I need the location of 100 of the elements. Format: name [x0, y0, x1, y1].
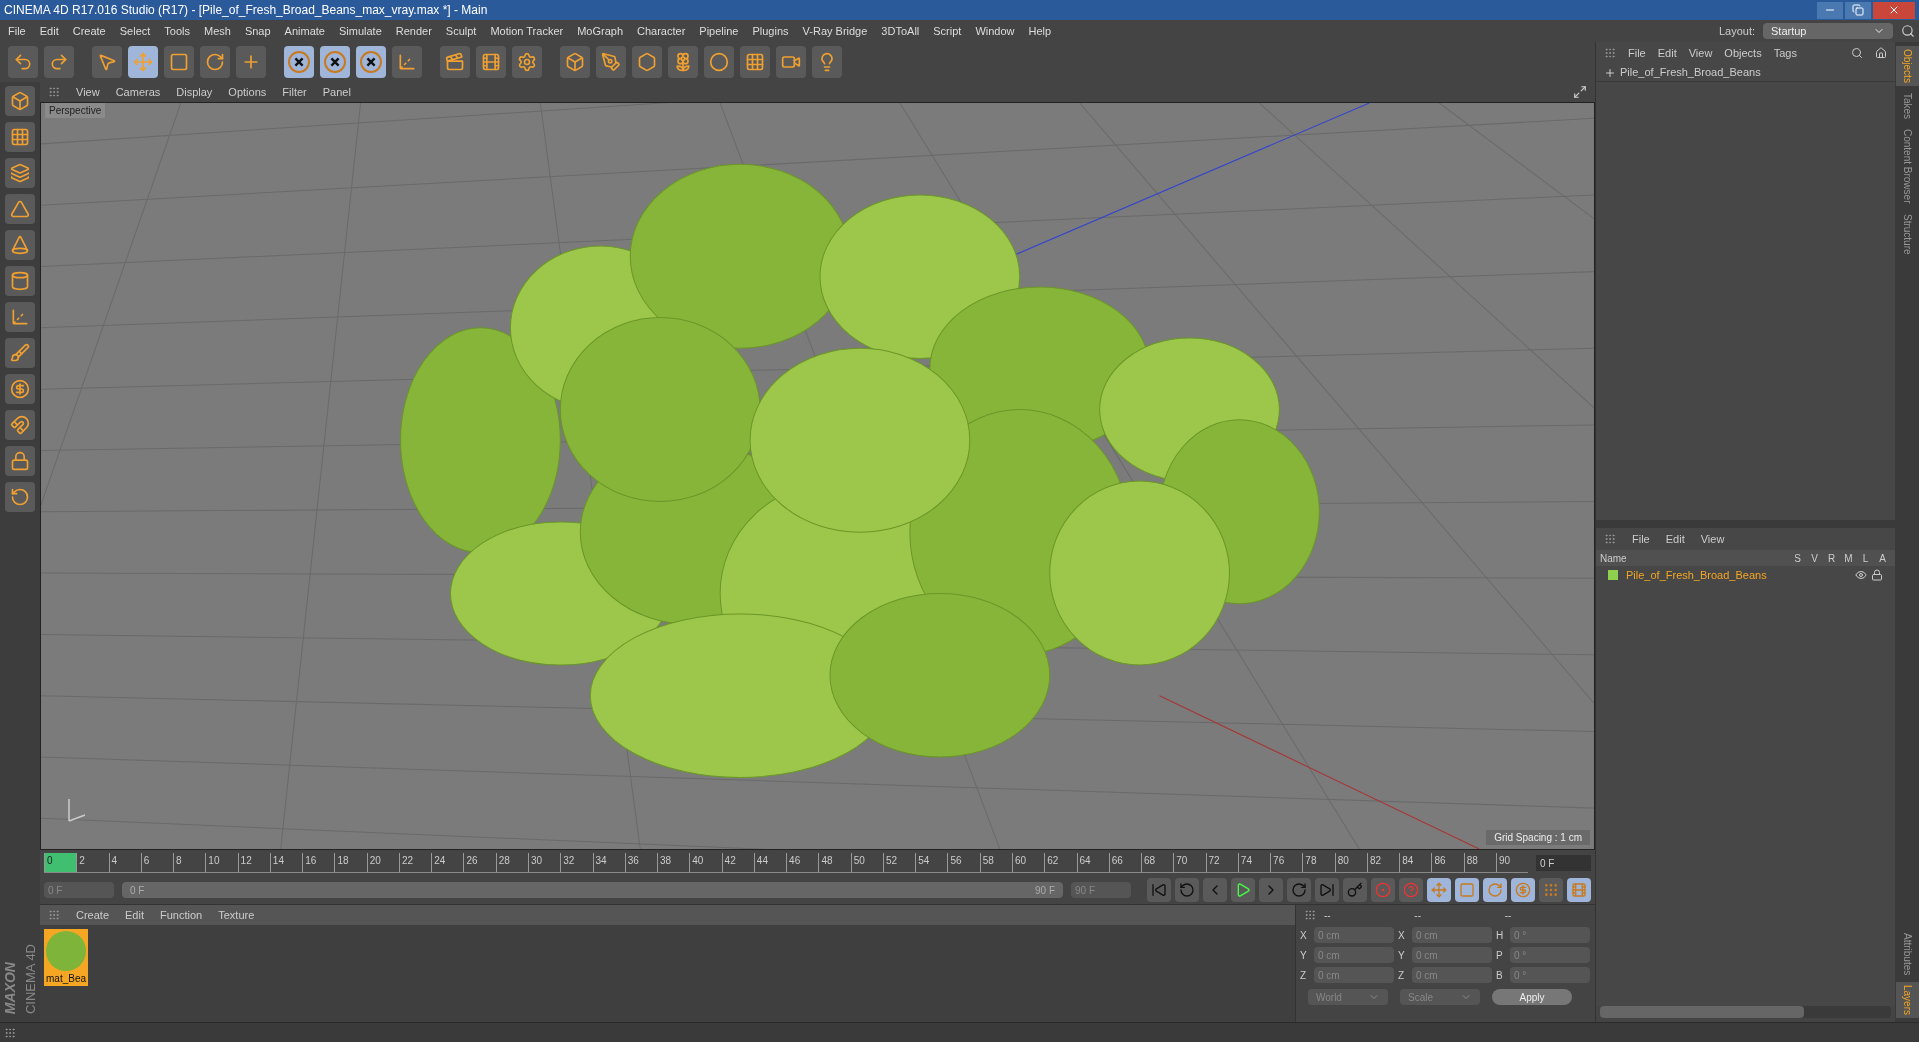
side-tab[interactable]: Objects	[1895, 46, 1919, 86]
side-tab[interactable]: Attributes	[1895, 929, 1919, 978]
lock-icon[interactable]	[1871, 569, 1883, 581]
viewport-menu-item[interactable]: Cameras	[115, 83, 161, 101]
menu-item[interactable]: Tools	[164, 22, 190, 40]
grip-icon[interactable]	[48, 86, 60, 98]
menu-item[interactable]: Script	[933, 22, 962, 40]
restore-button[interactable]	[1845, 1, 1871, 19]
layers-menu-item[interactable]: View	[1700, 530, 1725, 548]
menu-item[interactable]: Simulate	[338, 22, 382, 40]
toolbar-button[interactable]	[356, 46, 386, 78]
rotate-key-icon	[1487, 882, 1503, 898]
objects-menu-item[interactable]: File	[1628, 44, 1646, 62]
mode-button[interactable]	[5, 410, 35, 440]
mode-button[interactable]	[5, 482, 35, 512]
viewport-menu-item[interactable]: Panel	[322, 83, 351, 101]
grip-icon[interactable]	[1304, 909, 1316, 921]
mode-button[interactable]	[5, 338, 35, 368]
playback-button[interactable]	[1287, 878, 1311, 902]
toolbar-button[interactable]	[284, 46, 314, 78]
menu-item[interactable]: Render	[395, 22, 432, 40]
layers-menu-item[interactable]: File	[1632, 530, 1650, 548]
menu-item[interactable]: Edit	[39, 22, 59, 40]
menu-item[interactable]: V-Ray Bridge	[802, 22, 868, 40]
menu-item[interactable]: Pipeline	[699, 22, 739, 40]
side-tab[interactable]: Structure	[1895, 210, 1919, 258]
menu-item[interactable]: Animate	[284, 22, 325, 40]
side-tab[interactable]: Takes	[1895, 89, 1919, 123]
object-row[interactable]: Pile_of_Fresh_Broad_Beans	[1596, 64, 1895, 82]
layout-dropdown[interactable]: Startup	[1763, 23, 1893, 39]
mode-button[interactable]	[5, 266, 35, 296]
axis-label: H	[1496, 928, 1505, 943]
play-icon	[1235, 882, 1251, 898]
layer-row[interactable]: Pile_of_Fresh_Broad_Beans	[1596, 566, 1895, 584]
objects-menu-item[interactable]: Tags	[1773, 44, 1797, 62]
layers-menu-item[interactable]: Edit	[1665, 530, 1685, 548]
current-frame-field[interactable]: 0 F	[1536, 855, 1591, 871]
material-menu-item[interactable]: Edit	[125, 906, 144, 924]
menu-item[interactable]: 3DToAll	[881, 22, 920, 40]
mode-button[interactable]	[5, 446, 35, 476]
viewport-menu-item[interactable]: Filter	[282, 83, 307, 101]
lock-icon	[10, 451, 30, 471]
side-tab[interactable]: Layers	[1895, 982, 1919, 1018]
material-swatch[interactable]: mat_Bea	[44, 929, 88, 986]
menu-item[interactable]: Character	[637, 22, 686, 40]
objects-menu-item[interactable]: Objects	[1724, 44, 1762, 62]
home-icon[interactable]	[1875, 47, 1887, 59]
material-menu-item[interactable]: Create	[76, 906, 110, 924]
frame-number: 50	[850, 853, 883, 872]
mode-button[interactable]	[5, 374, 35, 404]
menu-item[interactable]: Window	[975, 22, 1015, 40]
toolbar-button[interactable]	[320, 46, 350, 78]
mode-button[interactable]	[5, 302, 35, 332]
grip-icon[interactable]	[4, 1026, 16, 1039]
coordinate-system-icon	[397, 52, 417, 72]
menu-item[interactable]: File	[8, 22, 26, 40]
menu-item[interactable]: Motion Tracker	[490, 22, 564, 40]
mode-button[interactable]	[5, 86, 35, 116]
menu-item[interactable]: Sculpt	[445, 22, 477, 40]
menu-item[interactable]: Plugins	[752, 22, 789, 40]
objects-menu-item[interactable]: View	[1688, 44, 1713, 62]
close-button[interactable]	[1873, 1, 1915, 19]
grip-icon[interactable]	[1604, 533, 1616, 545]
search-icon[interactable]	[1851, 47, 1863, 59]
playback-button[interactable]	[1231, 878, 1255, 902]
rotate-icon	[205, 52, 225, 72]
objects-menu-item[interactable]: Edit	[1657, 44, 1677, 62]
minimize-button[interactable]	[1817, 1, 1843, 19]
viewport-menu-item[interactable]: Display	[176, 83, 213, 101]
viewport[interactable]: Perspective Grid Spacing : 1 cm	[40, 102, 1595, 850]
playback-button[interactable]	[1315, 878, 1339, 902]
render-settings-icon	[517, 52, 537, 72]
mode-button[interactable]	[5, 194, 35, 224]
visibility-icon[interactable]	[1855, 569, 1867, 581]
viewport-menu-item[interactable]: View	[76, 83, 100, 101]
menu-item[interactable]: Snap	[244, 22, 271, 40]
menu-item[interactable]: MoGraph	[577, 22, 624, 40]
grip-icon[interactable]	[1604, 47, 1616, 59]
viewport-menu-item[interactable]: Options	[228, 83, 267, 101]
material-menu-item[interactable]: Texture	[218, 906, 255, 924]
menu-item[interactable]: Create	[72, 22, 106, 40]
playback-button[interactable]	[1175, 878, 1199, 902]
playback-button[interactable]	[1147, 878, 1171, 902]
viewport-navigation-icon[interactable]	[1573, 85, 1587, 99]
playback-button[interactable]	[1343, 878, 1367, 902]
mode-button[interactable]	[5, 158, 35, 188]
side-tab[interactable]: Content Browser	[1895, 126, 1919, 207]
mode-button[interactable]	[5, 122, 35, 152]
search-icon[interactable]	[1901, 24, 1915, 38]
menu-item[interactable]: Mesh	[204, 22, 231, 40]
horizontal-scrollbar[interactable]	[1600, 1006, 1891, 1018]
apply-button[interactable]: Apply	[1492, 989, 1572, 1005]
grip-icon[interactable]	[48, 909, 60, 921]
expand-icon[interactable]	[1604, 66, 1616, 79]
menu-item[interactable]: Help	[1028, 22, 1052, 40]
timeline-ruler[interactable]: 0 2 4 6 8 10 12 14 16 18 20 22 24 26 28 30 32 34 36 38 40 42 44 46 48 50 52 54 56 58 60 62 64 66 68 70 72 74 76 78 80 82 84 86 88 90	[44, 853, 1528, 873]
material-menu-item[interactable]: Function	[160, 906, 203, 924]
menu-item[interactable]: Select	[119, 22, 151, 40]
mode-button[interactable]	[5, 230, 35, 260]
playback-button[interactable]	[1539, 878, 1563, 902]
